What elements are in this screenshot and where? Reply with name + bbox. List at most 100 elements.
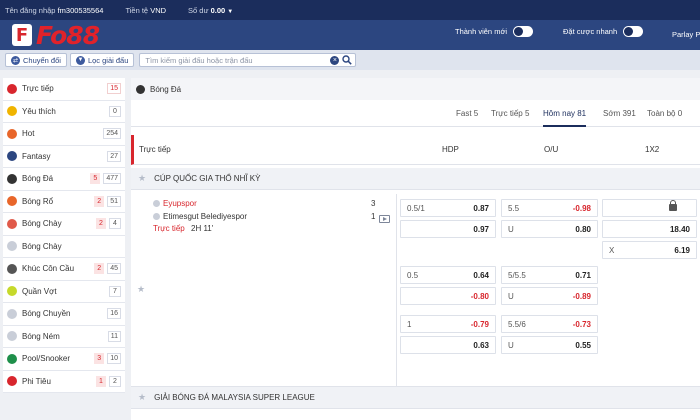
hdp-odds-cell[interactable]: 0.5/1 0.87 xyxy=(400,199,496,217)
sidebar-item[interactable]: Bóng Chày 2 4 xyxy=(3,213,125,236)
chevron-down-icon[interactable]: ▼ xyxy=(227,9,233,15)
hdp-odds-cell[interactable]: -0.80 xyxy=(400,287,496,305)
sidebar-item[interactable]: Quần Vợt 7 xyxy=(3,281,125,303)
count-badge: 10 xyxy=(107,353,121,365)
odds-line: U xyxy=(508,225,514,234)
hdp-odds-cell[interactable]: 0.5 0.64 xyxy=(400,266,496,284)
sidebar-item-label: Yêu thích xyxy=(22,106,56,116)
count-badge: 15 xyxy=(107,83,121,95)
match-row: ★ Eyupspor 3 Etimesgut Belediyespor 1 Tr… xyxy=(131,194,700,387)
filter-bar: ⇄ Chuyển đổi ▼ Lọc giải đấu × xyxy=(0,50,700,70)
new-member-toggle[interactable] xyxy=(513,26,534,37)
odds-value: 0.97 xyxy=(473,225,489,234)
odds-value: 0.64 xyxy=(473,271,489,280)
ou-odds-cell[interactable]: 5/5.5 0.71 xyxy=(501,266,598,284)
pool-icon xyxy=(7,353,17,364)
sidebar-item-label: Fantasy xyxy=(22,151,51,161)
balance-display[interactable]: Số dư 0.00 ▼ xyxy=(188,6,233,15)
favorite-star-icon[interactable]: ★ xyxy=(137,284,145,295)
tab-early[interactable]: Sớm 391 xyxy=(603,109,636,118)
darts-icon xyxy=(7,376,17,387)
sidebar-item[interactable]: Fantasy 27 xyxy=(3,146,125,168)
league-header[interactable]: ★ CÚP QUỐC GIA THỔ NHĨ KỲ xyxy=(131,168,700,190)
favorite-star-icon[interactable]: ★ xyxy=(138,173,146,184)
fire-icon xyxy=(7,128,17,139)
ou-odds-cell[interactable]: 5.5/6 -0.73 xyxy=(501,315,598,333)
sidebar-item-label: Bóng Chuyền xyxy=(22,309,71,319)
hdp-odds-cell[interactable]: 0.97 xyxy=(400,220,496,238)
sidebar-item-label: Bóng Đá xyxy=(22,174,54,184)
sidebar-item[interactable]: Pool/Snooker 3 10 xyxy=(3,348,125,371)
1x2-odds-cell[interactable] xyxy=(602,199,697,217)
count-badge: 51 xyxy=(107,195,121,207)
sidebar-item[interactable]: Bóng Chuyền 16 xyxy=(3,303,125,326)
tab-today[interactable]: Hôm nay 81 xyxy=(543,109,587,127)
sidebar-item[interactable]: Khúc Côn Cầu 2 45 xyxy=(3,258,125,281)
search-input[interactable] xyxy=(140,54,311,66)
league-name: GIẢI BÓNG ĐÁ MALAYSIA SUPER LEAGUE xyxy=(154,393,315,402)
sidebar-item[interactable]: Phi Tiêu 1 2 xyxy=(3,371,125,393)
sidebar-item[interactable]: Bóng Đá 5 477 xyxy=(3,168,125,191)
odds-column-header: Trực tiếp HDP O/U 1X2 xyxy=(131,135,700,165)
league-filter-button[interactable]: ▼ Lọc giải đấu xyxy=(69,53,135,67)
sidebar-item-label: Hot xyxy=(22,129,35,139)
sidebar-item[interactable]: Bóng Ném 11 xyxy=(3,326,125,348)
league-filter-label: Lọc giải đấu xyxy=(87,55,129,65)
live-count-badge: 5 xyxy=(90,173,101,185)
hockey-icon xyxy=(7,263,17,274)
sport-sidebar: Trực tiếp 15 Yêu thích 0 Hot 254 Fantasy 27 Bóng… xyxy=(3,78,125,393)
sidebar-item-label: Bóng Rổ xyxy=(22,196,54,206)
sidebar-item[interactable]: Bóng Chày xyxy=(3,236,125,258)
team-icon xyxy=(153,213,160,220)
away-team-name: Etimesgut Belediyespor xyxy=(163,212,248,221)
count-badge: 2 xyxy=(109,375,121,387)
odds-value: 0.71 xyxy=(575,271,591,280)
clear-icon[interactable]: × xyxy=(330,56,340,65)
account-bar: Tên đăng nhập fm300535564 Tiền tệ VND Số… xyxy=(0,0,700,20)
column-1x2: 1X2 xyxy=(645,145,660,154)
favorite-star-icon[interactable]: ★ xyxy=(138,392,146,403)
ou-odds-cell[interactable]: 5.5 -0.98 xyxy=(501,199,598,217)
league-header[interactable]: ★ GIẢI BÓNG ĐÁ MALAYSIA SUPER LEAGUE xyxy=(131,387,700,409)
count-badge: 0 xyxy=(109,105,121,117)
switch-button[interactable]: ⇄ Chuyển đổi xyxy=(5,53,67,67)
logo[interactable]: F Fo88 xyxy=(12,21,137,50)
ou-odds-cell[interactable]: U 0.80 xyxy=(501,220,598,238)
currency-display: Tiền tệ VND xyxy=(125,6,166,15)
team-icon xyxy=(153,200,160,207)
count-badge: 11 xyxy=(107,330,121,342)
parlay-button[interactable]: Parlay P xyxy=(672,30,700,39)
odds-value: 0.80 xyxy=(575,225,591,234)
sidebar-item[interactable]: Hot 254 xyxy=(3,123,125,146)
sidebar-item[interactable]: Yêu thích 0 xyxy=(3,101,125,123)
tab-fast5[interactable]: Fast 5 xyxy=(456,109,478,118)
count-badge: 45 xyxy=(107,263,121,275)
lock-icon xyxy=(669,200,677,211)
ou-odds-cell[interactable]: U 0.55 xyxy=(501,336,598,354)
new-member-label: Thành viên mới xyxy=(455,27,508,36)
sidebar-item[interactable]: Trực tiếp 15 xyxy=(3,78,125,101)
sidebar-item[interactable]: Bóng Rổ 2 51 xyxy=(3,191,125,213)
odds-value: -0.73 xyxy=(572,320,591,329)
sidebar-item-label: Khúc Côn Cầu xyxy=(22,264,75,274)
odds-value: -0.98 xyxy=(572,204,591,213)
1x2-odds-cell[interactable]: X 6.19 xyxy=(602,241,697,259)
live-count-badge: 2 xyxy=(94,263,105,275)
away-score: 1 xyxy=(371,212,376,221)
ou-odds-cell[interactable]: U -0.89 xyxy=(501,287,598,305)
live-count-badge: 2 xyxy=(96,218,106,230)
tab-live[interactable]: Trực tiếp 5 xyxy=(491,109,529,118)
1x2-odds-cell[interactable]: 18.40 xyxy=(602,220,697,238)
switch-label: Chuyển đổi xyxy=(23,55,61,65)
hdp-odds-cell[interactable]: 1 -0.79 xyxy=(400,315,496,333)
odds-line: 5.5/6 xyxy=(508,320,526,329)
quick-bet-toggle[interactable] xyxy=(623,26,644,37)
tab-all[interactable]: Toàn bộ 0 xyxy=(647,109,682,118)
tennis-icon xyxy=(7,286,17,297)
currency-value: VND xyxy=(150,5,167,15)
live-stream-icon[interactable] xyxy=(379,215,390,223)
sidebar-item-label: Bóng Chày xyxy=(22,219,62,229)
search-box: × xyxy=(139,53,357,67)
search-icon[interactable] xyxy=(342,55,353,65)
hdp-odds-cell[interactable]: 0.63 xyxy=(400,336,496,354)
